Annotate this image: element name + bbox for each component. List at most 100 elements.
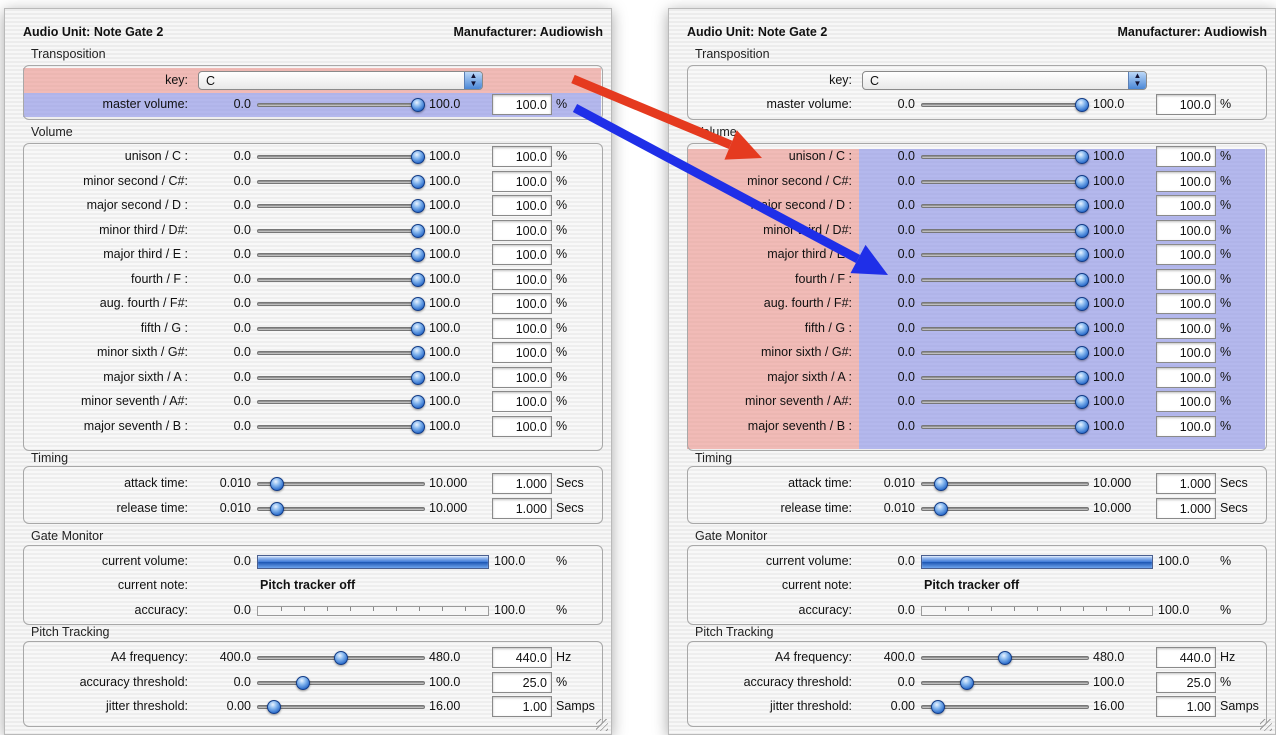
volume-value-field[interactable]: 100.0	[492, 219, 552, 241]
resize-grip-icon[interactable]	[596, 719, 608, 731]
volume-slider-track[interactable]	[257, 400, 425, 404]
volume-value-field[interactable]: 100.0	[1156, 219, 1216, 241]
volume-value-field[interactable]: 100.0	[492, 195, 552, 216]
volume-value-field[interactable]: 100.0	[1156, 415, 1216, 437]
master-volume-slider-thumb[interactable]	[411, 98, 425, 112]
volume-slider-track[interactable]	[921, 302, 1089, 306]
volume-value-field[interactable]: 100.0	[1156, 293, 1216, 314]
resize-grip-icon[interactable]	[1260, 719, 1272, 731]
volume-slider-track[interactable]	[921, 326, 1089, 331]
volume-value-field[interactable]: 100.0	[492, 342, 552, 363]
volume-value-field[interactable]: 100.0	[1156, 342, 1216, 363]
popup-arrows-icon[interactable]: ▲ ▼	[464, 72, 482, 89]
pitch-slider-track[interactable]	[257, 680, 425, 685]
volume-slider-thumb[interactable]	[411, 199, 425, 213]
volume-slider-track[interactable]	[257, 179, 425, 184]
master-volume-slider-track[interactable]	[257, 103, 425, 107]
timing-slider-thumb[interactable]	[934, 477, 949, 491]
volume-slider-thumb[interactable]	[1075, 297, 1089, 311]
pitch-slider-thumb[interactable]	[998, 651, 1012, 665]
volume-slider-thumb[interactable]	[1075, 395, 1089, 409]
pitch-value-field[interactable]: 440.0	[1156, 647, 1216, 668]
volume-slider-track[interactable]	[257, 351, 425, 355]
timing-value-field[interactable]: 1.000	[492, 497, 552, 519]
pitch-value-field[interactable]: 25.0	[492, 671, 552, 693]
volume-value-field[interactable]: 100.0	[1156, 195, 1216, 216]
volume-slider-thumb[interactable]	[1075, 346, 1089, 360]
timing-slider-thumb[interactable]	[270, 477, 285, 491]
volume-slider-thumb[interactable]	[411, 150, 425, 164]
volume-slider-track[interactable]	[921, 228, 1089, 233]
volume-slider-thumb[interactable]	[411, 321, 425, 336]
volume-slider-thumb[interactable]	[1075, 223, 1089, 238]
pitch-slider-thumb[interactable]	[295, 675, 310, 690]
volume-slider-thumb[interactable]	[411, 248, 425, 262]
volume-slider-track[interactable]	[921, 204, 1089, 208]
volume-slider-track[interactable]	[921, 351, 1089, 355]
pitch-value-field[interactable]: 440.0	[492, 647, 552, 668]
volume-value-field[interactable]: 100.0	[492, 415, 552, 437]
master-volume-value-field[interactable]: 100.0	[492, 94, 552, 115]
pitch-value-field[interactable]: 1.00	[492, 696, 552, 717]
volume-slider-track[interactable]	[921, 375, 1089, 380]
popup-arrows-icon[interactable]: ▲ ▼	[1128, 72, 1146, 89]
volume-value-field[interactable]: 100.0	[1156, 170, 1216, 192]
volume-slider-thumb[interactable]	[411, 419, 425, 434]
volume-slider-track[interactable]	[921, 179, 1089, 184]
pitch-slider-track[interactable]	[257, 705, 425, 709]
volume-slider-track[interactable]	[257, 277, 425, 282]
volume-slider-track[interactable]	[921, 277, 1089, 282]
volume-value-field[interactable]: 100.0	[1156, 391, 1216, 412]
volume-slider-thumb[interactable]	[1075, 370, 1089, 385]
volume-value-field[interactable]: 100.0	[492, 293, 552, 314]
timing-slider-thumb[interactable]	[934, 501, 949, 516]
volume-slider-thumb[interactable]	[411, 346, 425, 360]
pitch-slider-thumb[interactable]	[930, 700, 945, 714]
volume-value-field[interactable]: 100.0	[492, 317, 552, 339]
volume-value-field[interactable]: 100.0	[1156, 146, 1216, 167]
volume-slider-track[interactable]	[257, 204, 425, 208]
volume-slider-thumb[interactable]	[411, 370, 425, 385]
volume-value-field[interactable]: 100.0	[492, 146, 552, 167]
pitch-slider-track[interactable]	[921, 705, 1089, 709]
pitch-value-field[interactable]: 1.00	[1156, 696, 1216, 717]
pitch-slider-thumb[interactable]	[334, 651, 348, 665]
volume-slider-thumb[interactable]	[1075, 321, 1089, 336]
master-volume-value-field[interactable]: 100.0	[1156, 94, 1216, 115]
pitch-slider-track[interactable]	[921, 680, 1089, 685]
volume-slider-track[interactable]	[257, 253, 425, 257]
volume-slider-track[interactable]	[921, 424, 1089, 429]
volume-slider-thumb[interactable]	[411, 297, 425, 311]
volume-slider-track[interactable]	[257, 326, 425, 331]
volume-slider-thumb[interactable]	[411, 223, 425, 238]
volume-value-field[interactable]: 100.0	[1156, 366, 1216, 388]
volume-value-field[interactable]: 100.0	[492, 170, 552, 192]
timing-value-field[interactable]: 1.000	[1156, 497, 1216, 519]
key-popup[interactable]: C ▲ ▼	[198, 71, 483, 90]
volume-slider-track[interactable]	[257, 302, 425, 306]
volume-slider-track[interactable]	[921, 155, 1089, 159]
volume-value-field[interactable]: 100.0	[492, 244, 552, 265]
volume-value-field[interactable]: 100.0	[492, 268, 552, 290]
volume-slider-thumb[interactable]	[1075, 419, 1089, 434]
volume-slider-thumb[interactable]	[411, 395, 425, 409]
volume-slider-thumb[interactable]	[411, 174, 425, 189]
volume-value-field[interactable]: 100.0	[1156, 317, 1216, 339]
volume-slider-track[interactable]	[257, 375, 425, 380]
volume-slider-track[interactable]	[921, 253, 1089, 257]
volume-value-field[interactable]: 100.0	[1156, 268, 1216, 290]
volume-slider-thumb[interactable]	[1075, 199, 1089, 213]
volume-slider-thumb[interactable]	[1075, 174, 1089, 189]
pitch-slider-thumb[interactable]	[266, 700, 281, 714]
key-popup[interactable]: C ▲ ▼	[862, 71, 1147, 90]
volume-slider-thumb[interactable]	[411, 272, 425, 287]
volume-slider-track[interactable]	[257, 424, 425, 429]
volume-slider-thumb[interactable]	[1075, 248, 1089, 262]
timing-value-field[interactable]: 1.000	[492, 473, 552, 494]
master-volume-slider-thumb[interactable]	[1075, 98, 1089, 112]
volume-value-field[interactable]: 100.0	[492, 391, 552, 412]
volume-slider-track[interactable]	[257, 228, 425, 233]
volume-slider-track[interactable]	[257, 155, 425, 159]
pitch-value-field[interactable]: 25.0	[1156, 671, 1216, 693]
volume-slider-thumb[interactable]	[1075, 150, 1089, 164]
